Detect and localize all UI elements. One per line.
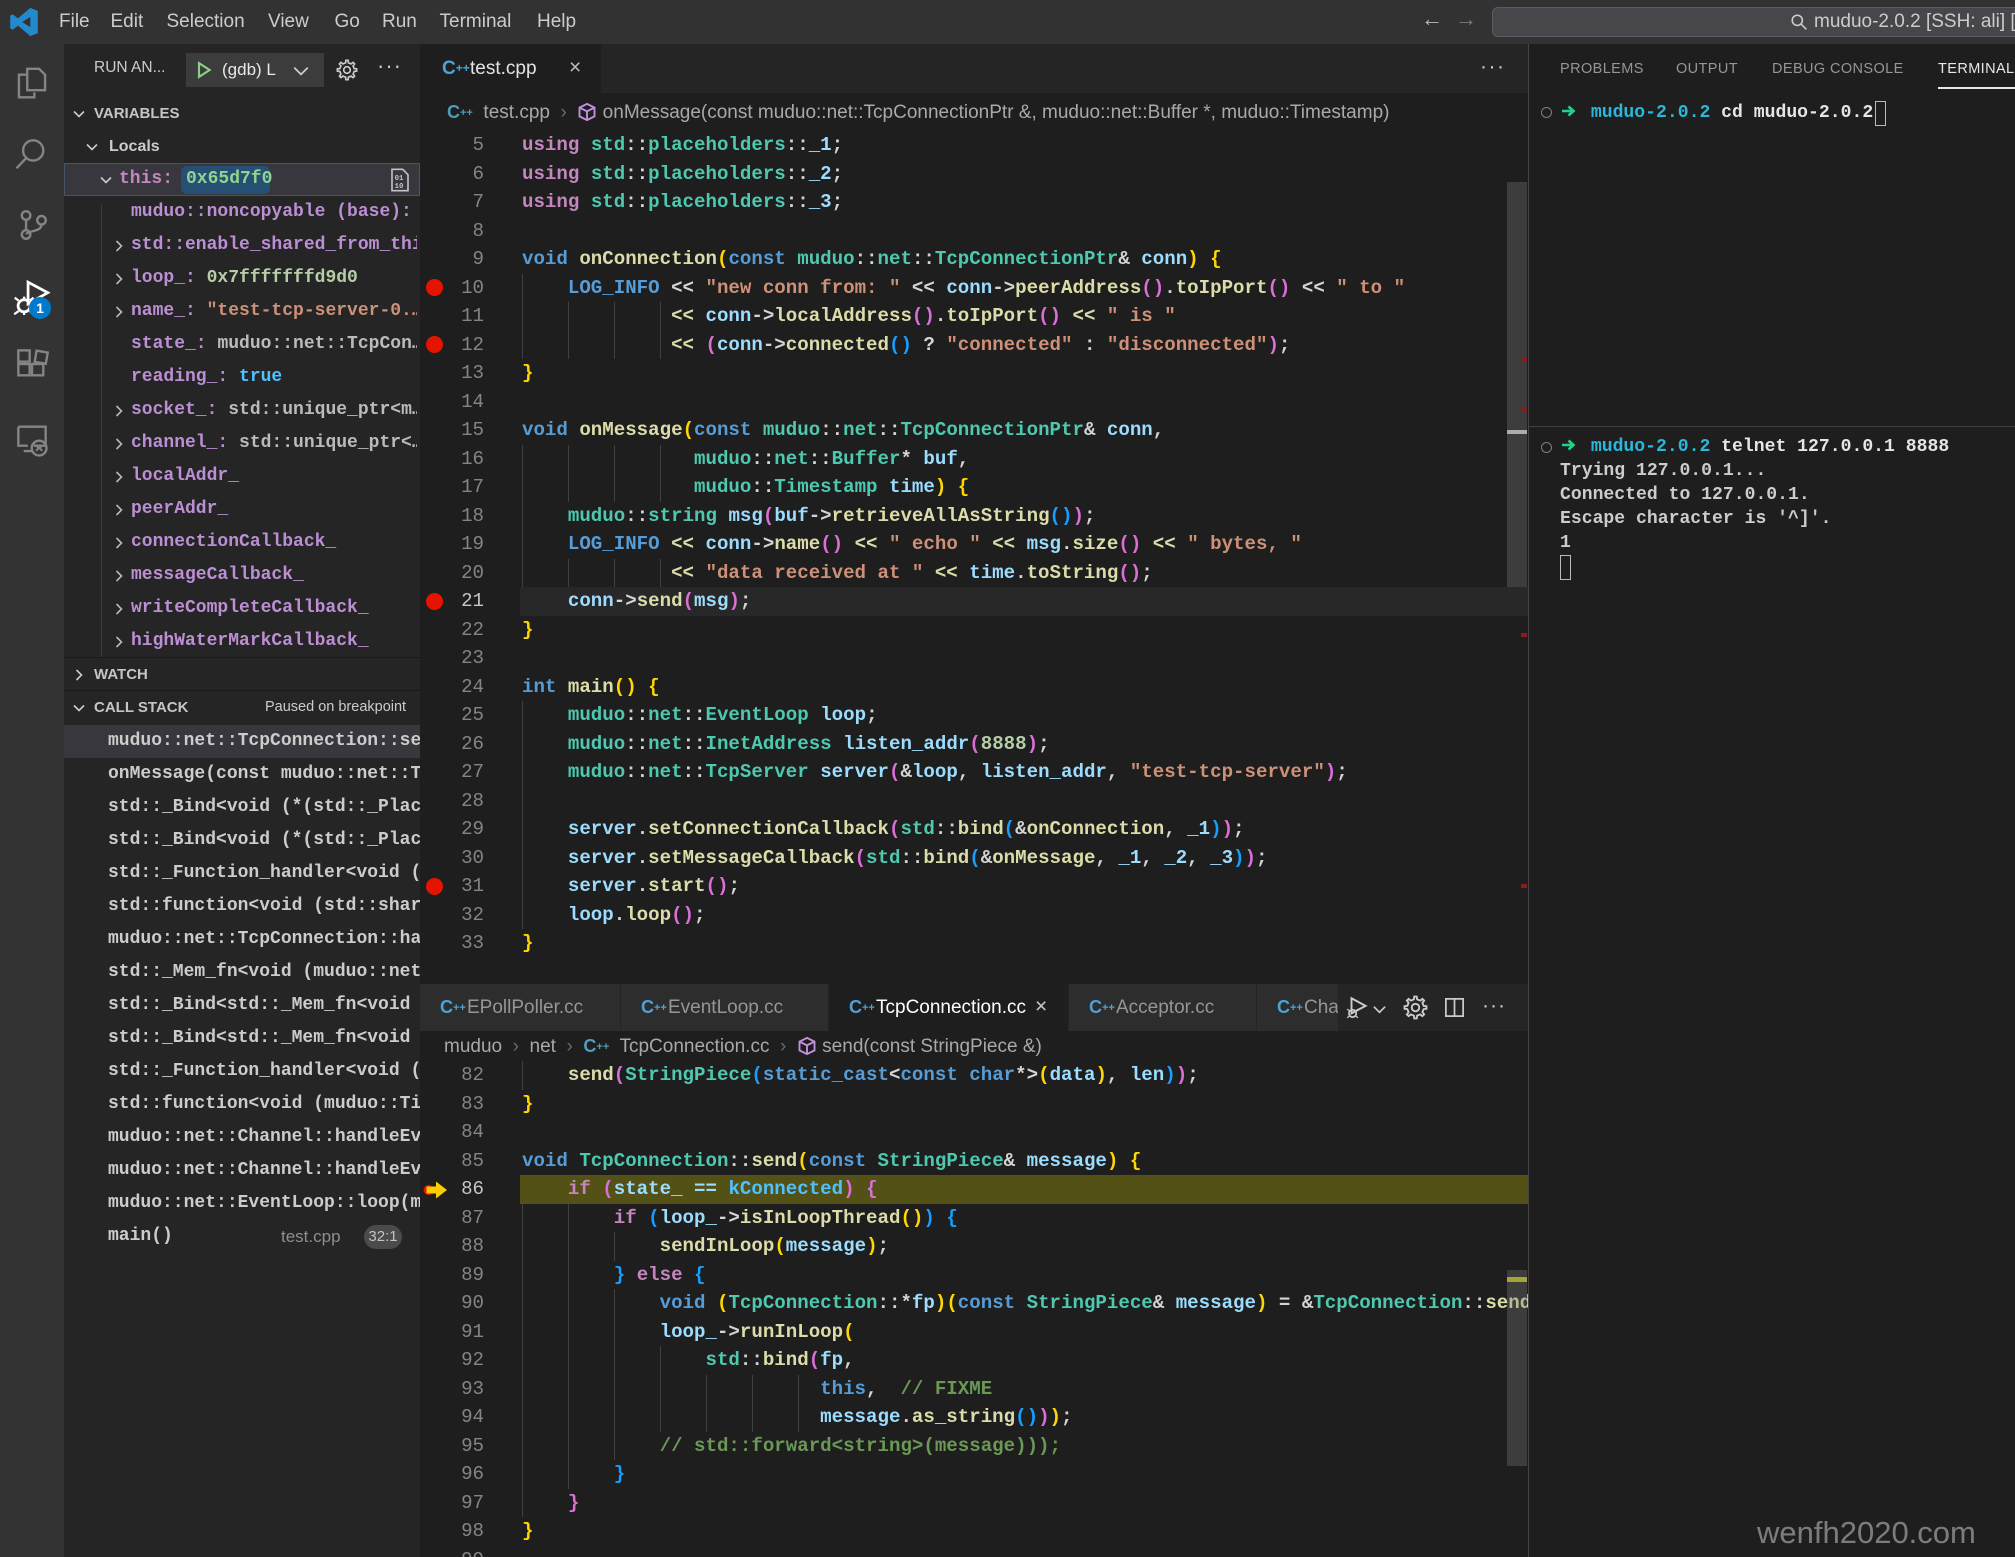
svg-text:01: 01	[395, 175, 404, 183]
svg-text:10: 10	[395, 183, 404, 191]
